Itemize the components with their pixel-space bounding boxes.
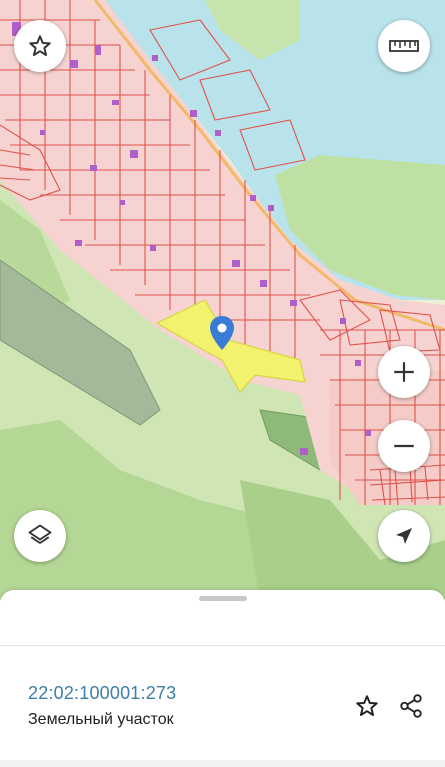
share-icon xyxy=(400,694,422,718)
zoom-out-button[interactable] xyxy=(378,420,430,472)
map-view[interactable] xyxy=(0,0,445,600)
navigation-arrow-icon xyxy=(396,528,412,544)
object-type-label: Земельный участок xyxy=(28,711,174,728)
favorite-button[interactable] xyxy=(14,20,66,72)
system-bottom-bar xyxy=(0,760,445,767)
star-icon xyxy=(29,35,51,56)
sheet-drag-handle[interactable] xyxy=(199,596,247,601)
map-canvas[interactable] xyxy=(0,0,445,600)
cadastral-number[interactable]: 22:02:100001:273 xyxy=(28,683,176,704)
layers-button[interactable] xyxy=(14,510,66,562)
ruler-button[interactable] xyxy=(378,20,430,72)
share-button[interactable] xyxy=(396,691,426,721)
add-favorite-button[interactable] xyxy=(352,691,382,721)
star-outline-icon xyxy=(356,695,378,716)
layers-icon xyxy=(28,524,52,544)
bottom-sheet[interactable]: 22:02:100001:273 Земельный участок xyxy=(0,590,445,767)
divider xyxy=(0,645,445,646)
ruler-icon xyxy=(389,40,419,52)
zoom-in-button[interactable] xyxy=(378,346,430,398)
minus-icon xyxy=(394,444,414,448)
plus-icon xyxy=(394,362,414,382)
locate-button[interactable] xyxy=(378,510,430,562)
